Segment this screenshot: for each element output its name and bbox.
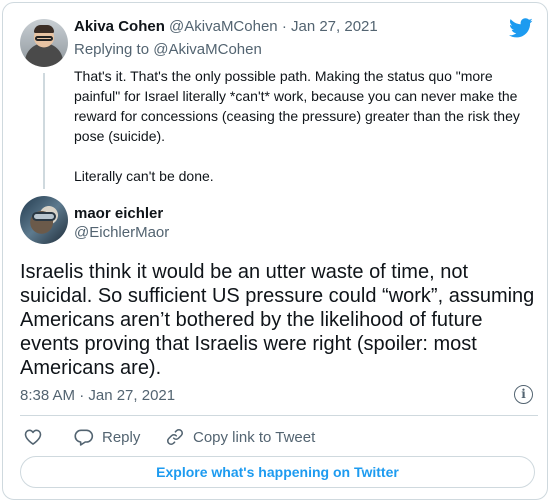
parent-author-row: Akiva Cohen @AkivaMCohen · Jan 27, 2021 xyxy=(74,18,378,35)
parent-tweet-date[interactable]: Jan 27, 2021 xyxy=(291,18,378,35)
copy-link-label: Copy link to Tweet xyxy=(193,428,316,446)
explore-twitter-button[interactable]: Explore what's happening on Twitter xyxy=(20,456,535,488)
tweet-timestamp[interactable]: 8:38 AM · Jan 27, 2021 xyxy=(20,387,175,404)
twitter-bird-icon[interactable] xyxy=(509,16,533,40)
copy-link-button[interactable]: Copy link to Tweet xyxy=(165,426,315,448)
parent-tweet-text: That's it. That's the only possible path… xyxy=(74,66,540,186)
heart-icon xyxy=(24,429,42,445)
reply-button[interactable]: Reply xyxy=(74,426,140,448)
link-icon xyxy=(167,429,183,445)
tweet-text: Israelis think it would be an utter wast… xyxy=(20,261,535,379)
thread-connector-line xyxy=(43,73,45,189)
speech-bubble-icon xyxy=(74,429,94,446)
parent-tweet-paragraph: That's it. That's the only possible path… xyxy=(74,68,520,144)
avatar[interactable] xyxy=(20,196,68,244)
replying-to-handle[interactable]: @AkivaMCohen xyxy=(153,41,262,58)
avatar[interactable] xyxy=(20,19,68,67)
tweet-embed-card: Akiva Cohen @AkivaMCohen · Jan 27, 2021 … xyxy=(2,2,548,500)
separator-dot: · xyxy=(281,18,287,35)
author-handle[interactable]: @EichlerMaor xyxy=(74,224,169,241)
info-icon[interactable]: i xyxy=(514,385,533,404)
author-name[interactable]: maor eichler xyxy=(74,205,163,222)
divider xyxy=(20,415,538,416)
parent-author-name[interactable]: Akiva Cohen xyxy=(74,18,165,35)
parent-author-handle[interactable]: @AkivaMCohen xyxy=(169,18,278,35)
replying-to-line: Replying to @AkivaMCohen xyxy=(74,41,262,58)
like-button[interactable] xyxy=(23,426,43,448)
replying-to-prefix: Replying to xyxy=(74,41,150,58)
parent-tweet-paragraph: Literally can't be done. xyxy=(74,168,214,184)
reply-label: Reply xyxy=(102,428,141,446)
